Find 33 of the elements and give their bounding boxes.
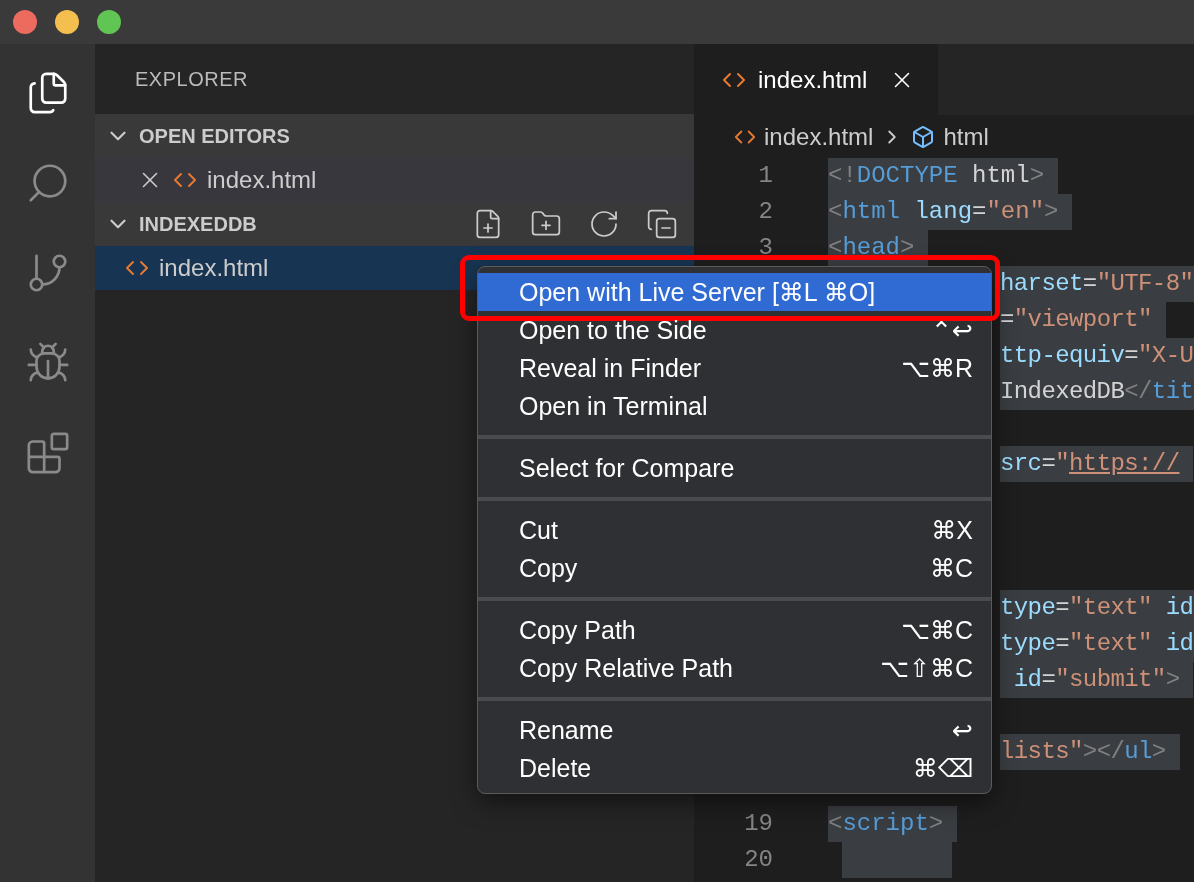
menu-item[interactable]: Cut ⌘X [478,511,991,549]
extensions-icon [24,430,71,476]
window-control[interactable] [13,10,37,34]
section-header[interactable]: OPEN EDITORS [95,114,694,158]
shortcut-label: ⌘C [929,553,973,583]
line-number: 3 [757,233,773,263]
menu-item[interactable]: Open with Live Server [⌘L ⌘O] [478,273,991,311]
shortcut-label: ⌃↩ [931,315,973,345]
section-header[interactable]: INDEXEDDB [95,202,694,246]
sidebar-title: EXPLORER [135,67,248,91]
menu-item[interactable]: Reveal in Finder ⌥⌘R [478,349,991,387]
line-number: 2 [757,197,773,227]
window-control[interactable] [55,10,79,34]
menu-item[interactable]: Copy Relative Path ⌥⇧⌘C [478,649,991,687]
line-number: 1 [757,161,773,191]
window-control[interactable] [97,10,121,34]
line-number: 19 [743,809,773,839]
refresh-icon[interactable] [588,208,620,240]
shortcut-label: ⌥⌘R [901,353,973,383]
cube-icon [911,124,936,149]
collapse-icon[interactable] [646,208,678,240]
line-number: 20 [743,845,773,875]
shortcut-label: ⌘X [931,515,973,545]
shortcut-label: ⌥⇧⌘C [880,653,973,683]
menu-item[interactable]: Open to the Side ⌃↩ [478,311,991,349]
menu-item[interactable]: Copy Path ⌥⌘C [478,611,991,649]
shortcut-label: ⌥⌘C [901,615,973,645]
menu-item[interactable]: Open in Terminal [478,387,991,425]
breadcrumb-item[interactable]: index.html [764,122,874,151]
file-item[interactable]: index.html [95,158,694,202]
menu-item[interactable]: Copy ⌘C [478,549,991,587]
breadcrumb-item[interactable]: html [943,122,989,151]
editor-tab[interactable]: index.html [694,44,938,115]
